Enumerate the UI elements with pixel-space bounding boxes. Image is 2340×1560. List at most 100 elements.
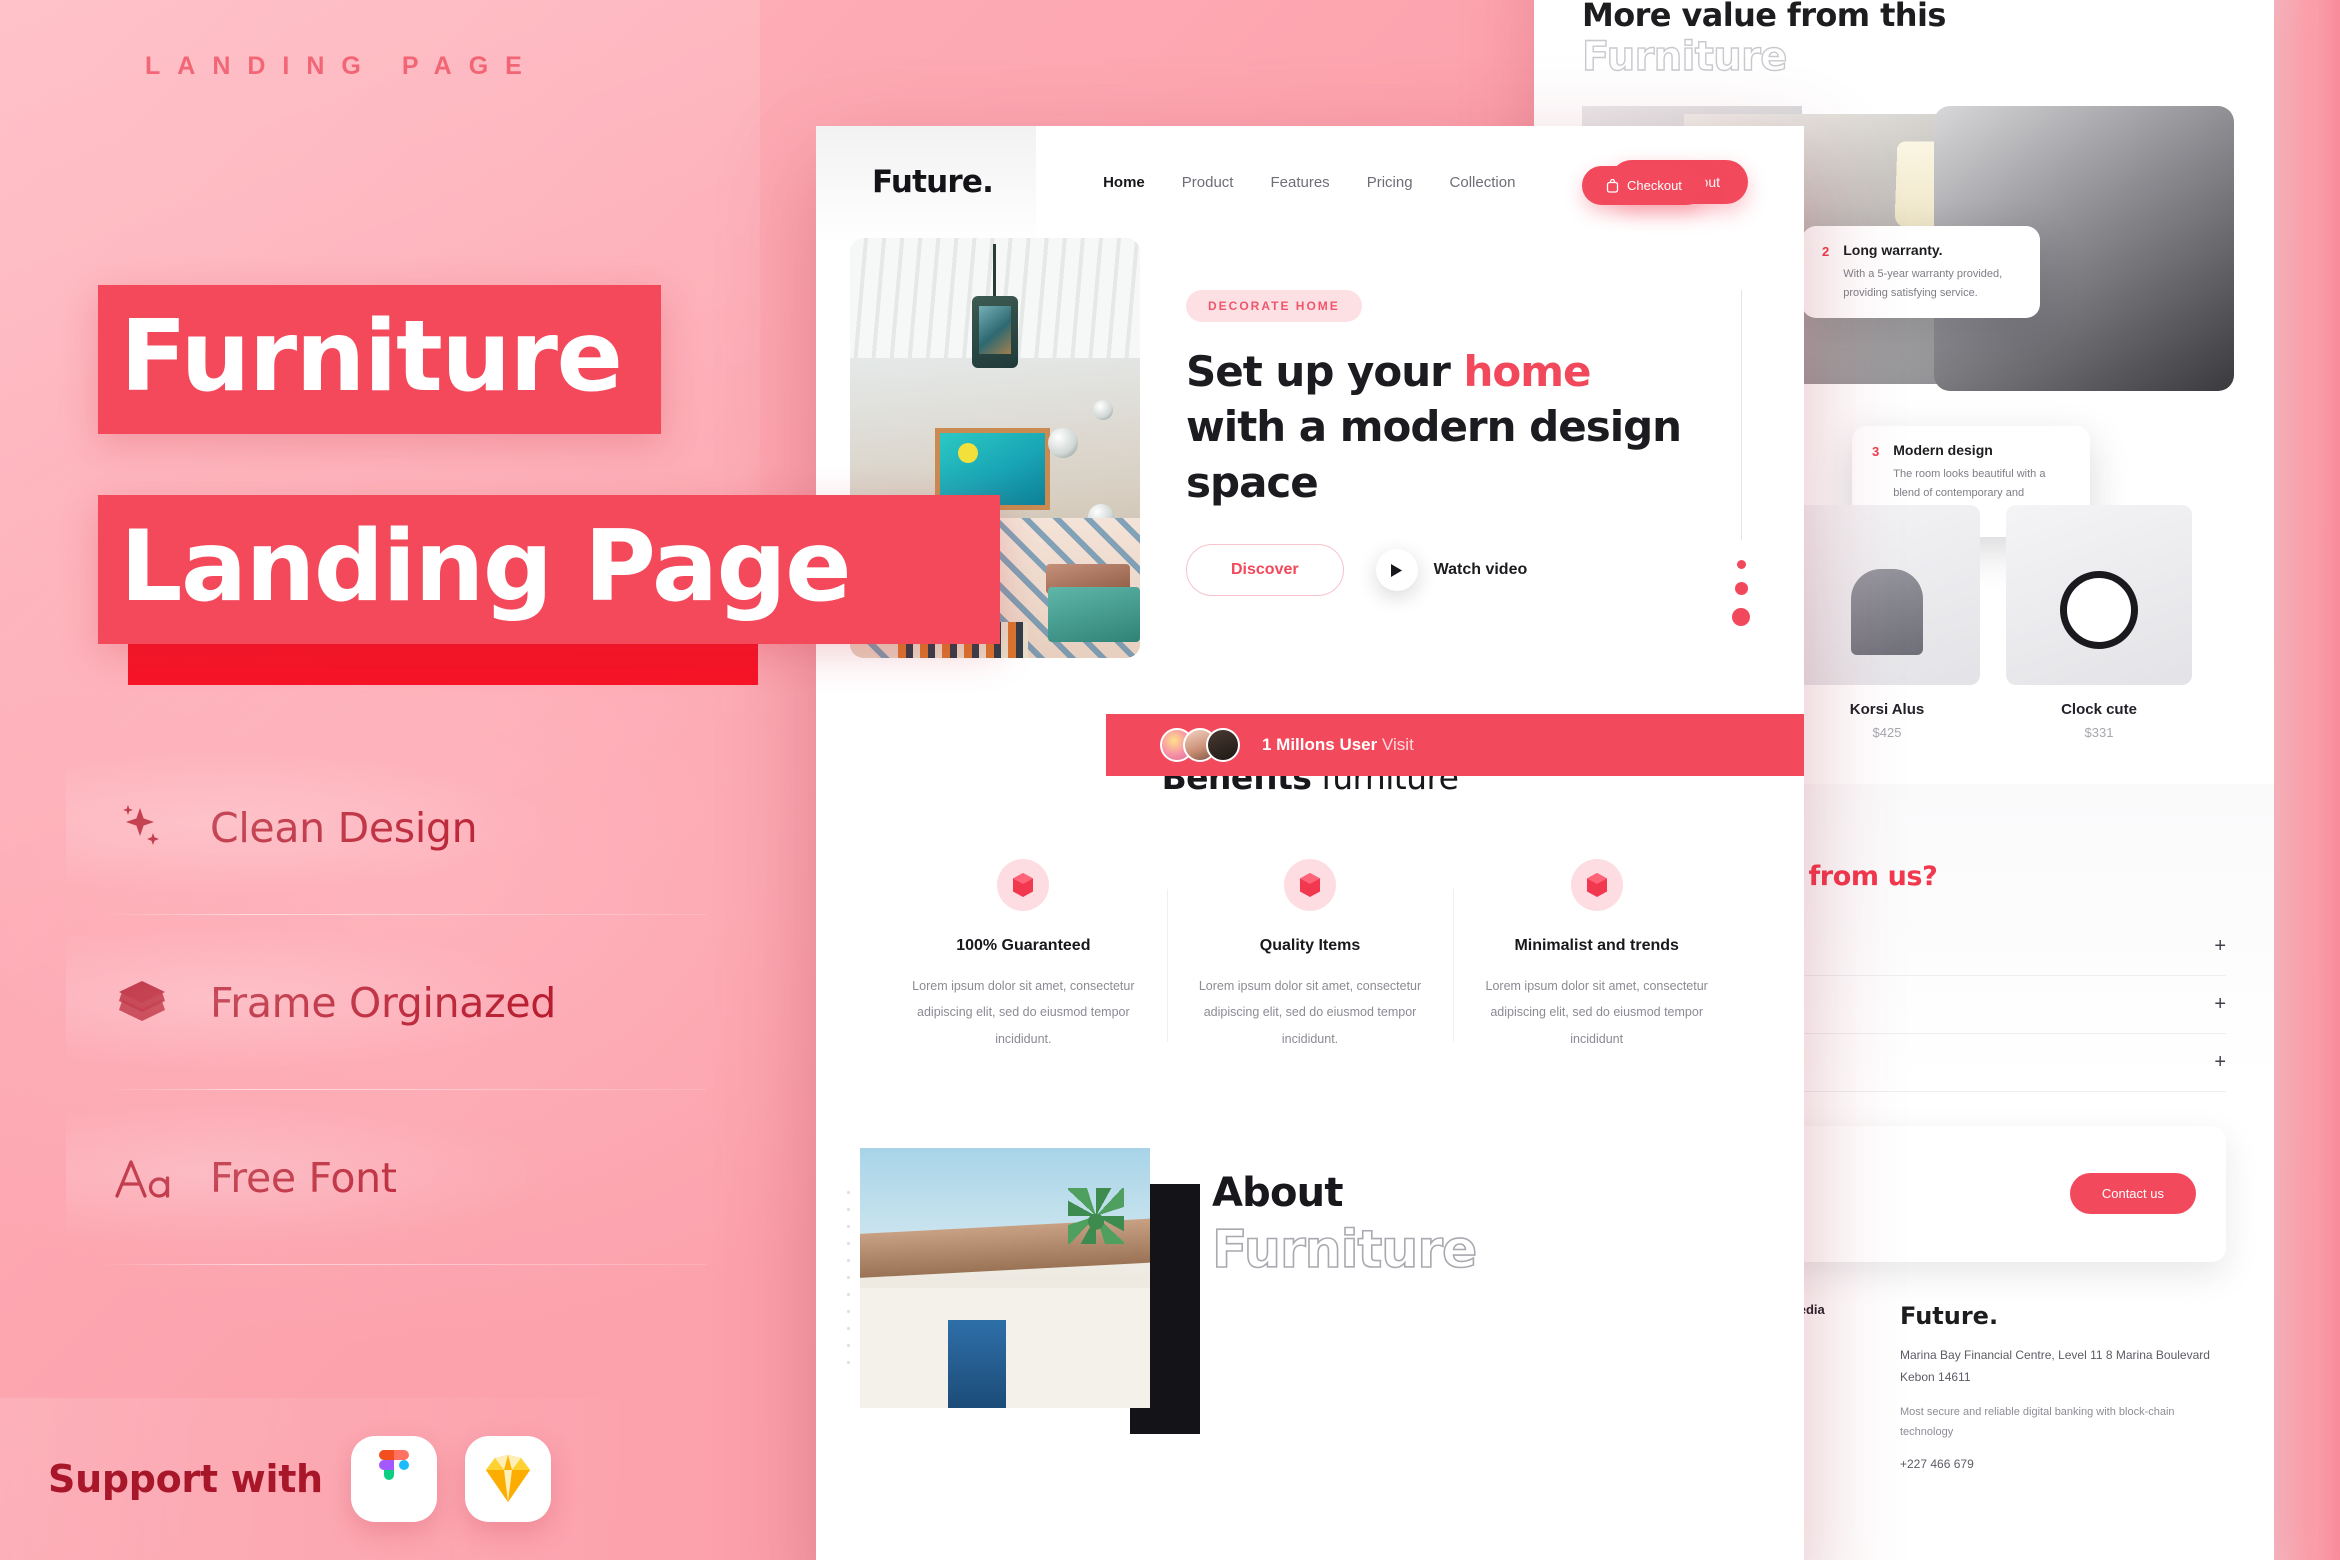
product-card[interactable]: Korsi Alus $425 [1794,505,1980,740]
hero-heading: Set up your home with a modern design sp… [1186,344,1804,510]
pagination-dot[interactable] [1736,560,1746,569]
avatar [1206,728,1240,762]
card-body: With a 5-year warranty provided, providi… [1843,268,2003,299]
promo-title-line2-block: Landing Page [98,495,1001,645]
footer-brand-block: Future. Marina Bay Financial Centre, Lev… [1900,1302,2226,1471]
benefit-card: Minimalist and trends Lorem ipsum dolor … [1453,859,1740,1052]
sketch-logo[interactable] [464,1436,551,1522]
layers-icon [114,979,170,1027]
hero-divider [1741,290,1742,540]
footer-address: Marina Bay Financial Centre, Level 11 8 … [1900,1347,2210,1384]
product-price: $331 [2084,725,2114,740]
promo-feature-list: Clean Design Frame Orginazed Free Font [66,740,706,1265]
discover-button[interactable]: Discover [1186,544,1344,597]
promo-title-line1-wrap: Furniture [98,285,662,435]
nav-links: Home Product Features Pricing Collection [1103,174,1515,191]
pendant-lantern [972,244,1018,368]
pagination-dot[interactable] [1732,608,1750,626]
sketch-glyph-icon [485,1455,530,1502]
product-card[interactable]: Clock cute $331 [2006,505,2192,740]
watch-video-label: Watch video [1433,561,1528,579]
about-section: About Furniture [816,1147,1804,1434]
hero-badge: DECORATE HOME [1186,290,1362,322]
benefit-body: Lorem ipsum dolor sit amet, consectetur … [1485,979,1708,1046]
nav-item-pricing[interactable]: Pricing [1367,174,1413,191]
watch-video-control[interactable]: Watch video [1375,549,1528,592]
benefit-card: 100% Guaranteed Lorem ipsum dolor sit am… [880,859,1167,1052]
benefit-body: Lorem ipsum dolor sit amet, consectetur … [912,979,1135,1046]
footer-phone: +227 466 679 [1900,1456,1974,1471]
hero-heading-highlight: home [1463,347,1592,396]
sparkle-icon [114,802,170,854]
feature-label: Frame Orginazed [210,978,556,1027]
product-name: Korsi Alus [1849,701,1925,718]
card-number: 2 [1822,244,1830,259]
bag-icon [1606,178,1619,193]
benefit-title: 100% Guaranteed [956,937,1091,954]
nav-item-features[interactable]: Features [1270,174,1329,191]
checkout-label: Checkout [1627,178,1682,193]
hero-pagination-dots[interactable] [1732,560,1750,626]
feature-label: Clean Design [210,803,478,852]
promo-title-line2: Landing Page [120,510,852,624]
avatar-group [1160,728,1240,762]
feature-item-clean-design: Clean Design [66,740,706,915]
pagination-dot[interactable] [1734,582,1748,595]
promo-title-line1: Furniture [120,300,623,414]
wall-plate [1093,400,1113,420]
cube-glyph-icon [1300,873,1320,897]
cube-icon [1284,859,1336,911]
footer-brand: Future. [1900,1301,1999,1330]
cube-icon [1570,859,1623,911]
cube-glyph-icon [1586,873,1607,897]
promo-eyebrow: LANDING PAGE [145,52,539,80]
layers-glyph-icon [119,980,165,1021]
house-door [948,1319,1006,1408]
sparkle-glyph-icon [123,804,159,845]
mockup2-checkout-wrap: Checkout [1582,166,1706,205]
contact-us-button[interactable]: Contact us [2069,1173,2196,1215]
plus-icon[interactable]: + [2214,993,2226,1016]
plus-icon[interactable]: + [2214,1051,2226,1074]
palm-tree [1068,1187,1124,1244]
about-house-photo [860,1147,1150,1408]
feature-card-warranty: 2 Long warranty. With a 5-year warranty … [1802,226,2040,319]
feature-item-free-font: Free Font [66,1090,706,1265]
promo-title-line1-block: Furniture [98,285,662,435]
hero-content: DECORATE HOME Set up your home with a mo… [1140,238,1804,658]
background-right-edge [2318,0,2340,1560]
card-title: Modern design [1893,442,1993,458]
benefit-title: Minimalist and trends [1514,937,1679,954]
brand-logo[interactable]: Future. [872,164,994,200]
nav-item-home[interactable]: Home [1103,174,1145,191]
figma-logo[interactable] [350,1436,437,1522]
footer-note: Most secure and reliable digital banking… [1900,1405,2175,1439]
play-icon[interactable] [1375,549,1418,592]
benefit-title: Quality Items [1259,937,1361,954]
product-image [1794,505,1980,685]
benefits-row: 100% Guaranteed Lorem ipsum dolor sit am… [880,859,1740,1052]
wall-plate [1048,428,1078,458]
teal-chest [1048,587,1140,642]
checkout-button[interactable]: Checkout [1582,166,1706,205]
plus-icon[interactable]: + [2214,935,2226,958]
visit-suffix: Visit [1382,735,1414,754]
typography-icon [114,1156,170,1200]
faq-heading-highlight: from us? [1808,861,1938,892]
support-bar: Support with [0,1398,620,1560]
mockup-primary: Future. Home Product Features Pricing Co… [816,126,1804,1560]
feature-item-frame-organized: Frame Orginazed [66,915,706,1090]
promo-panel: LANDING PAGE Furniture Landing Page Clea… [0,0,1001,1560]
benefit-body: Lorem ipsum dolor sit amet, consectetur … [1198,979,1422,1046]
card-title: Long warranty. [1843,242,1943,258]
visit-count: 1 Millons User [1262,735,1378,754]
support-label: Support with [48,1457,323,1501]
hero-actions: Discover Watch video [1186,544,1804,597]
benefit-card: Quality Items Lorem ipsum dolor sit amet… [1166,859,1454,1052]
product-image [2006,505,2192,685]
nav-item-collection[interactable]: Collection [1450,174,1516,191]
hero-heading-part2: with a modern design space [1186,402,1682,507]
product-name: Clock cute [2061,701,2137,718]
nav-item-product[interactable]: Product [1182,174,1234,191]
value-heading: More value from this [1582,0,1946,34]
